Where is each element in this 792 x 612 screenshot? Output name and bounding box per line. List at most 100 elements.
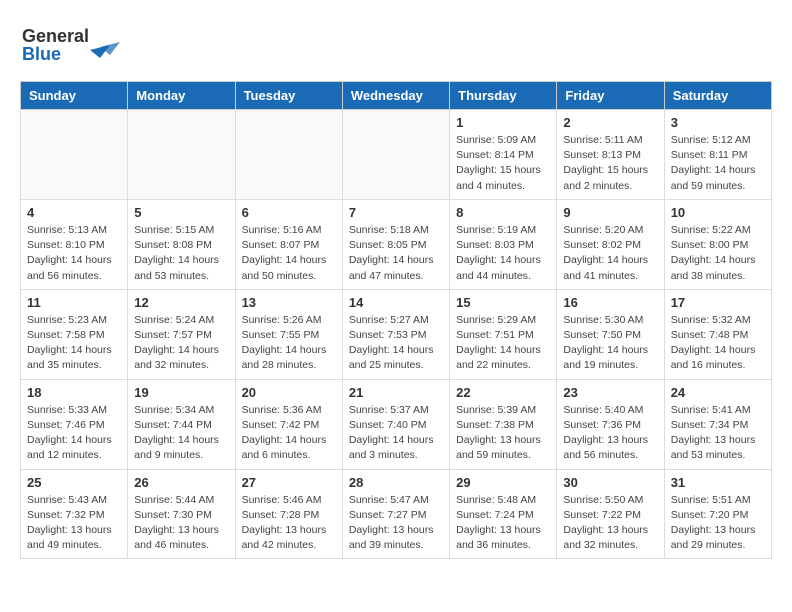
weekday-header-saturday: Saturday xyxy=(664,82,771,110)
calendar-day-cell: 12 Sunrise: 5:24 AMSunset: 7:57 PMDayligh… xyxy=(128,289,235,379)
day-number: 21 xyxy=(349,385,443,400)
day-number: 15 xyxy=(456,295,550,310)
calendar-day-cell: 1 Sunrise: 5:09 AMSunset: 8:14 PMDaylight… xyxy=(450,110,557,200)
day-number: 29 xyxy=(456,475,550,490)
calendar-day-cell: 27 Sunrise: 5:46 AMSunset: 7:28 PMDayligh… xyxy=(235,469,342,559)
calendar-day-cell: 4 Sunrise: 5:13 AMSunset: 8:10 PMDaylight… xyxy=(21,199,128,289)
calendar-day-cell: 17 Sunrise: 5:32 AMSunset: 7:48 PMDayligh… xyxy=(664,289,771,379)
calendar-empty-cell xyxy=(128,110,235,200)
day-number: 28 xyxy=(349,475,443,490)
day-info: Sunrise: 5:19 AMSunset: 8:03 PMDaylight:… xyxy=(456,223,550,284)
weekday-header-monday: Monday xyxy=(128,82,235,110)
generalblue-logo-icon: General Blue xyxy=(20,20,140,65)
svg-text:Blue: Blue xyxy=(22,44,61,64)
calendar-week-row: 11 Sunrise: 5:23 AMSunset: 7:58 PMDayligh… xyxy=(21,289,772,379)
weekday-header-wednesday: Wednesday xyxy=(342,82,449,110)
calendar-empty-cell xyxy=(235,110,342,200)
page-header: General Blue xyxy=(20,20,772,65)
day-info: Sunrise: 5:27 AMSunset: 7:53 PMDaylight:… xyxy=(349,313,443,374)
day-info: Sunrise: 5:26 AMSunset: 7:55 PMDaylight:… xyxy=(242,313,336,374)
calendar-day-cell: 21 Sunrise: 5:37 AMSunset: 7:40 PMDayligh… xyxy=(342,379,449,469)
calendar-day-cell: 6Sunrise: 5:16 AMSunset: 8:07 PMDaylight… xyxy=(235,199,342,289)
day-number: 31 xyxy=(671,475,765,490)
logo: General Blue xyxy=(20,20,144,65)
calendar-day-cell: 3 Sunrise: 5:12 AMSunset: 8:11 PMDaylight… xyxy=(664,110,771,200)
day-number: 30 xyxy=(563,475,657,490)
day-info: Sunrise: 5:24 AMSunset: 7:57 PMDaylight:… xyxy=(134,313,228,374)
calendar-empty-cell xyxy=(21,110,128,200)
day-number: 2 xyxy=(563,115,657,130)
calendar-day-cell: 16 Sunrise: 5:30 AMSunset: 7:50 PMDayligh… xyxy=(557,289,664,379)
day-number: 18 xyxy=(27,385,121,400)
day-number: 17 xyxy=(671,295,765,310)
day-info: Sunrise: 5:12 AMSunset: 8:11 PMDaylight:… xyxy=(671,133,765,194)
day-info: Sunrise: 5:30 AMSunset: 7:50 PMDaylight:… xyxy=(563,313,657,374)
day-number: 11 xyxy=(27,295,121,310)
calendar-day-cell: 23 Sunrise: 5:40 AMSunset: 7:36 PMDayligh… xyxy=(557,379,664,469)
day-number: 13 xyxy=(242,295,336,310)
calendar-day-cell: 5 Sunrise: 5:15 AMSunset: 8:08 PMDaylight… xyxy=(128,199,235,289)
calendar-day-cell: 28 Sunrise: 5:47 AMSunset: 7:27 PMDayligh… xyxy=(342,469,449,559)
calendar-day-cell: 22 Sunrise: 5:39 AMSunset: 7:38 PMDayligh… xyxy=(450,379,557,469)
day-number: 24 xyxy=(671,385,765,400)
calendar-day-cell: 19 Sunrise: 5:34 AMSunset: 7:44 PMDayligh… xyxy=(128,379,235,469)
day-number: 22 xyxy=(456,385,550,400)
day-number: 3 xyxy=(671,115,765,130)
calendar-day-cell: 10Sunrise: 5:22 AMSunset: 8:00 PMDayligh… xyxy=(664,199,771,289)
calendar-day-cell: 18 Sunrise: 5:33 AMSunset: 7:46 PMDayligh… xyxy=(21,379,128,469)
day-info: Sunrise: 5:34 AMSunset: 7:44 PMDaylight:… xyxy=(134,403,228,464)
weekday-header-sunday: Sunday xyxy=(21,82,128,110)
day-number: 20 xyxy=(242,385,336,400)
svg-text:General: General xyxy=(22,26,89,46)
day-info: Sunrise: 5:43 AMSunset: 7:32 PMDaylight:… xyxy=(27,493,121,554)
day-info: Sunrise: 5:39 AMSunset: 7:38 PMDaylight:… xyxy=(456,403,550,464)
day-number: 16 xyxy=(563,295,657,310)
calendar-day-cell: 8 Sunrise: 5:19 AMSunset: 8:03 PMDaylight… xyxy=(450,199,557,289)
day-number: 5 xyxy=(134,205,228,220)
weekday-header-friday: Friday xyxy=(557,82,664,110)
day-info: Sunrise: 5:33 AMSunset: 7:46 PMDaylight:… xyxy=(27,403,121,464)
day-number: 27 xyxy=(242,475,336,490)
day-info: Sunrise: 5:09 AMSunset: 8:14 PMDaylight:… xyxy=(456,133,550,194)
day-info: Sunrise: 5:44 AMSunset: 7:30 PMDaylight:… xyxy=(134,493,228,554)
day-number: 4 xyxy=(27,205,121,220)
day-number: 1 xyxy=(456,115,550,130)
calendar-day-cell: 25 Sunrise: 5:43 AMSunset: 7:32 PMDayligh… xyxy=(21,469,128,559)
day-info: Sunrise: 5:51 AMSunset: 7:20 PMDaylight:… xyxy=(671,493,765,554)
day-info: Sunrise: 5:13 AMSunset: 8:10 PMDaylight:… xyxy=(27,223,121,284)
calendar-header-row: SundayMondayTuesdayWednesdayThursdayFrid… xyxy=(21,82,772,110)
day-info: Sunrise: 5:18 AMSunset: 8:05 PMDaylight:… xyxy=(349,223,443,284)
day-number: 23 xyxy=(563,385,657,400)
calendar-day-cell: 30 Sunrise: 5:50 AMSunset: 7:22 PMDayligh… xyxy=(557,469,664,559)
calendar-day-cell: 2Sunrise: 5:11 AMSunset: 8:13 PMDaylight… xyxy=(557,110,664,200)
day-info: Sunrise: 5:15 AMSunset: 8:08 PMDaylight:… xyxy=(134,223,228,284)
weekday-header-thursday: Thursday xyxy=(450,82,557,110)
weekday-header-tuesday: Tuesday xyxy=(235,82,342,110)
calendar-week-row: 4 Sunrise: 5:13 AMSunset: 8:10 PMDaylight… xyxy=(21,199,772,289)
calendar-day-cell: 11 Sunrise: 5:23 AMSunset: 7:58 PMDayligh… xyxy=(21,289,128,379)
day-info: Sunrise: 5:37 AMSunset: 7:40 PMDaylight:… xyxy=(349,403,443,464)
day-info: Sunrise: 5:46 AMSunset: 7:28 PMDaylight:… xyxy=(242,493,336,554)
day-info: Sunrise: 5:22 AMSunset: 8:00 PMDaylight:… xyxy=(671,223,765,284)
day-number: 9 xyxy=(563,205,657,220)
day-info: Sunrise: 5:47 AMSunset: 7:27 PMDaylight:… xyxy=(349,493,443,554)
calendar-day-cell: 29Sunrise: 5:48 AMSunset: 7:24 PMDayligh… xyxy=(450,469,557,559)
day-info: Sunrise: 5:40 AMSunset: 7:36 PMDaylight:… xyxy=(563,403,657,464)
calendar-day-cell: 20Sunrise: 5:36 AMSunset: 7:42 PMDayligh… xyxy=(235,379,342,469)
day-number: 12 xyxy=(134,295,228,310)
calendar-day-cell: 9 Sunrise: 5:20 AMSunset: 8:02 PMDaylight… xyxy=(557,199,664,289)
day-info: Sunrise: 5:20 AMSunset: 8:02 PMDaylight:… xyxy=(563,223,657,284)
day-number: 8 xyxy=(456,205,550,220)
day-number: 19 xyxy=(134,385,228,400)
day-info: Sunrise: 5:32 AMSunset: 7:48 PMDaylight:… xyxy=(671,313,765,374)
day-number: 25 xyxy=(27,475,121,490)
day-info: Sunrise: 5:50 AMSunset: 7:22 PMDaylight:… xyxy=(563,493,657,554)
calendar-week-row: 25 Sunrise: 5:43 AMSunset: 7:32 PMDayligh… xyxy=(21,469,772,559)
calendar-day-cell: 26Sunrise: 5:44 AMSunset: 7:30 PMDayligh… xyxy=(128,469,235,559)
calendar-day-cell: 14Sunrise: 5:27 AMSunset: 7:53 PMDayligh… xyxy=(342,289,449,379)
day-number: 6 xyxy=(242,205,336,220)
calendar-week-row: 1 Sunrise: 5:09 AMSunset: 8:14 PMDaylight… xyxy=(21,110,772,200)
calendar-day-cell: 31 Sunrise: 5:51 AMSunset: 7:20 PMDayligh… xyxy=(664,469,771,559)
day-info: Sunrise: 5:23 AMSunset: 7:58 PMDaylight:… xyxy=(27,313,121,374)
calendar-day-cell: 24Sunrise: 5:41 AMSunset: 7:34 PMDayligh… xyxy=(664,379,771,469)
